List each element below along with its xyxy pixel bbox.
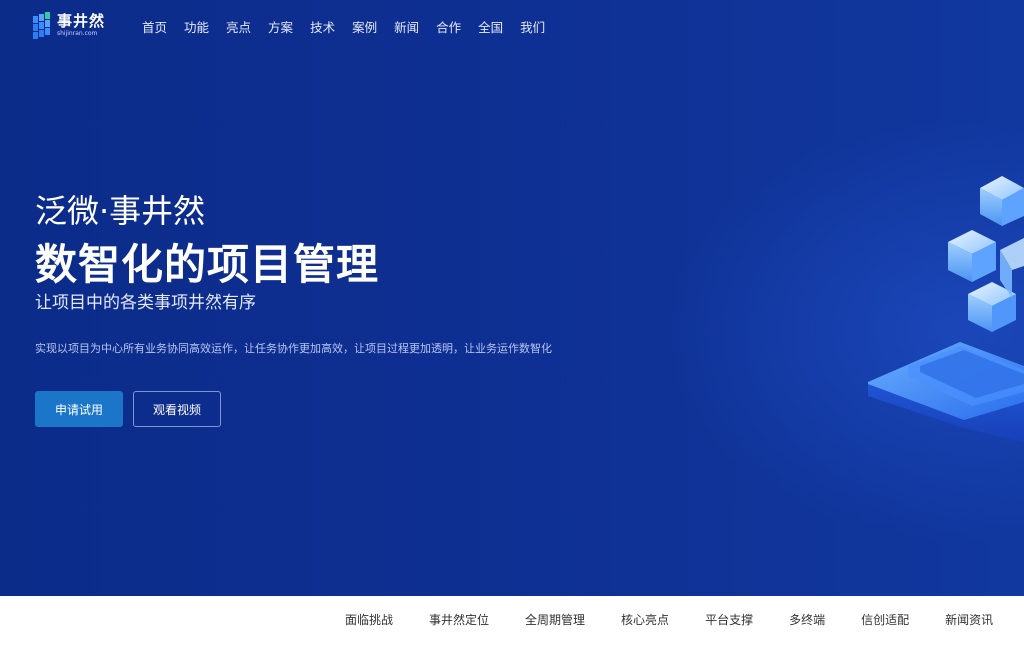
- hero-description: 实现以项目为中心所有业务协同高效运作，让任务协作更加高效，让项目过程更加透明，让…: [35, 342, 552, 355]
- sub-nav-item-xinchuang[interactable]: 信创适配: [861, 611, 909, 628]
- sub-nav-item-core-highlights[interactable]: 核心亮点: [621, 611, 669, 628]
- nav-item-home[interactable]: 首页: [142, 17, 167, 36]
- nav-item-news[interactable]: 新闻: [394, 17, 419, 36]
- sub-nav-item-news[interactable]: 新闻资讯: [945, 611, 993, 628]
- nav-item-cases[interactable]: 案例: [352, 17, 377, 36]
- nav-item-technology[interactable]: 技术: [310, 17, 335, 36]
- sub-nav-item-lifecycle[interactable]: 全周期管理: [525, 611, 585, 628]
- isometric-cubes-illustration: [868, 176, 1024, 442]
- hero-main-title: 数智化的项目管理: [35, 240, 380, 289]
- sub-nav-list: 面临挑战 事井然定位 全周期管理 核心亮点 平台支撑 多终端 信创适配 新闻资讯: [345, 611, 993, 628]
- logo[interactable]: 事井然 shijinran.com: [33, 10, 113, 42]
- nav-item-about[interactable]: 我们: [520, 17, 545, 36]
- nav-item-features[interactable]: 功能: [184, 17, 209, 36]
- main-nav: 首页 功能 亮点 方案 技术 案例 新闻 合作 全国 我们: [142, 17, 562, 36]
- watch-video-button[interactable]: 观看视频: [133, 391, 221, 427]
- grid-logo-icon: [33, 12, 50, 39]
- nav-item-highlights[interactable]: 亮点: [226, 17, 251, 36]
- nav-item-solutions[interactable]: 方案: [268, 17, 293, 36]
- nav-item-nationwide[interactable]: 全国: [478, 17, 503, 36]
- logo-title: 事井然: [57, 12, 106, 30]
- nav-item-partners[interactable]: 合作: [436, 17, 461, 36]
- header: 事井然 shijinran.com 首页 功能 亮点 方案 技术 案例 新闻 合…: [0, 0, 1024, 50]
- sub-nav-item-multi-terminal[interactable]: 多终端: [789, 611, 825, 628]
- sub-nav-item-positioning[interactable]: 事井然定位: [429, 611, 489, 628]
- hero-tagline: 让项目中的各类事项井然有序: [35, 293, 256, 313]
- section-sub-nav: 面临挑战 事井然定位 全周期管理 核心亮点 平台支撑 多终端 信创适配 新闻资讯: [0, 596, 1024, 648]
- logo-subtitle: shijinran.com: [57, 30, 98, 37]
- hero-section: 事井然 shijinran.com 首页 功能 亮点 方案 技术 案例 新闻 合…: [0, 0, 1024, 596]
- apply-trial-button[interactable]: 申请试用: [35, 391, 123, 427]
- sub-nav-item-challenges[interactable]: 面临挑战: [345, 611, 393, 628]
- hero-sub-title: 泛微·事井然: [35, 192, 206, 230]
- sub-nav-item-platform[interactable]: 平台支撑: [705, 611, 753, 628]
